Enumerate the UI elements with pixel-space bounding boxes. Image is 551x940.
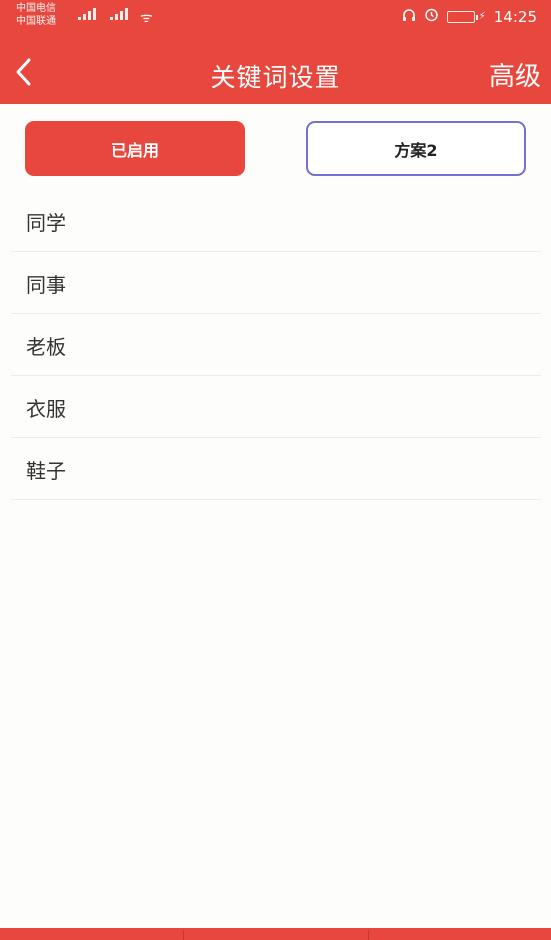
headphones-icon — [402, 8, 416, 26]
keyword-list: 同学 同事 老板 衣服 鞋子 — [11, 192, 541, 502]
carrier-info: 中国电信 中国联通 — [16, 2, 56, 28]
app-header: 中国电信 中国联通 ᯤ ⚡ 14:25 关键词设置 高级 — [0, 0, 551, 104]
keyword-item[interactable]: 鞋子 — [11, 440, 541, 500]
status-bar: 中国电信 中国联通 ᯤ ⚡ 14:25 — [0, 0, 551, 36]
toolbar-divider — [183, 930, 184, 940]
keyword-item[interactable]: 衣服 — [11, 378, 541, 438]
keyword-item[interactable]: 同事 — [11, 254, 541, 314]
battery-icon — [446, 10, 478, 23]
bottom-toolbar[interactable] — [0, 928, 551, 940]
charging-icon: ⚡ — [478, 11, 486, 22]
enabled-button[interactable]: 已启用 — [25, 121, 245, 176]
carrier-line-1: 中国电信 — [16, 3, 56, 14]
signal-1-icon — [78, 8, 96, 20]
advanced-button[interactable]: 高级 — [489, 56, 541, 93]
wifi-icon: ᯤ — [140, 10, 153, 26]
alarm-clock-icon — [424, 7, 439, 26]
signal-2-icon — [110, 8, 128, 20]
page-title: 关键词设置 — [210, 63, 341, 92]
keyword-item[interactable]: 老板 — [11, 316, 541, 376]
status-right: ⚡ 14:25 — [402, 7, 537, 26]
nav-bar: 关键词设置 高级 — [0, 44, 551, 104]
clock-time: 14:25 — [493, 7, 537, 26]
toolbar-divider — [368, 930, 369, 940]
keyword-item[interactable]: 同学 — [11, 192, 541, 252]
plan-button[interactable]: 方案2 — [306, 121, 526, 176]
carrier-line-2: 中国联通 — [16, 16, 56, 27]
